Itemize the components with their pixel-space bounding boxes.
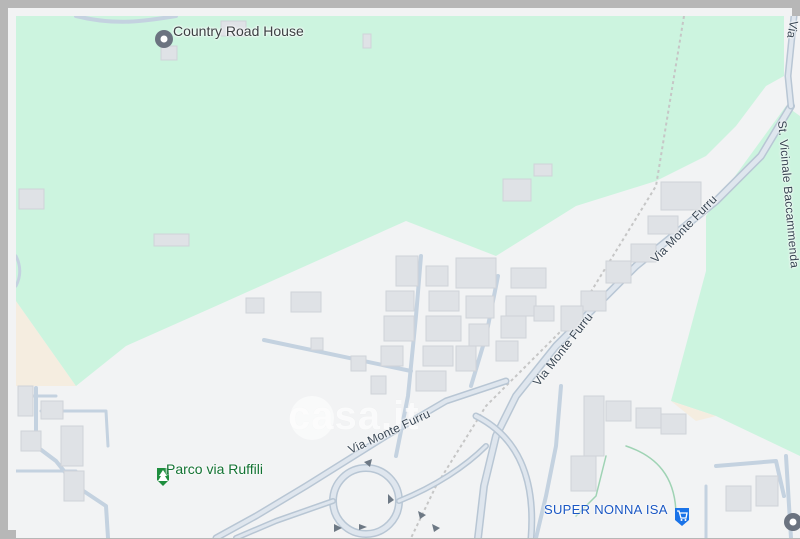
building — [660, 413, 687, 435]
building — [533, 163, 553, 177]
poi-label-parco-via-ruffili[interactable]: Parco via Ruffili — [166, 461, 263, 477]
building — [160, 45, 178, 61]
building — [245, 297, 265, 314]
building — [510, 267, 547, 289]
building — [422, 345, 454, 367]
building — [505, 295, 537, 317]
building — [605, 260, 632, 284]
building — [502, 178, 532, 202]
building — [425, 315, 462, 342]
building — [495, 340, 519, 362]
building — [290, 291, 322, 313]
building — [725, 485, 752, 512]
building — [500, 315, 527, 339]
map-frame: casa.it Country Road House Parco via Ruf… — [0, 0, 800, 539]
building — [60, 425, 84, 467]
building — [395, 255, 419, 287]
building — [17, 385, 34, 417]
poi-label-super-nonna-isa[interactable]: SUPER NONNA ISA — [544, 502, 668, 517]
building — [20, 430, 42, 452]
building — [605, 400, 632, 422]
map-canvas[interactable] — [16, 16, 800, 538]
building — [635, 407, 662, 429]
building — [153, 233, 190, 247]
building — [455, 345, 477, 372]
building — [40, 400, 64, 420]
building — [755, 475, 779, 507]
place-pin-icon[interactable] — [155, 30, 173, 48]
building — [383, 315, 415, 342]
building — [380, 345, 404, 367]
building — [385, 290, 415, 312]
building — [570, 455, 597, 492]
building — [370, 375, 387, 395]
building — [350, 355, 367, 372]
building — [63, 470, 85, 502]
building — [455, 257, 497, 289]
street-label-via: Via — [784, 19, 800, 40]
poi-label-country-road-house[interactable]: Country Road House — [173, 23, 304, 39]
building — [362, 33, 372, 49]
building — [428, 290, 460, 312]
building — [465, 295, 495, 319]
building — [310, 337, 324, 351]
building — [425, 265, 449, 287]
building — [583, 395, 605, 457]
building — [580, 290, 607, 312]
building — [533, 305, 555, 322]
building — [415, 370, 447, 392]
building — [18, 188, 45, 210]
building — [468, 323, 490, 347]
